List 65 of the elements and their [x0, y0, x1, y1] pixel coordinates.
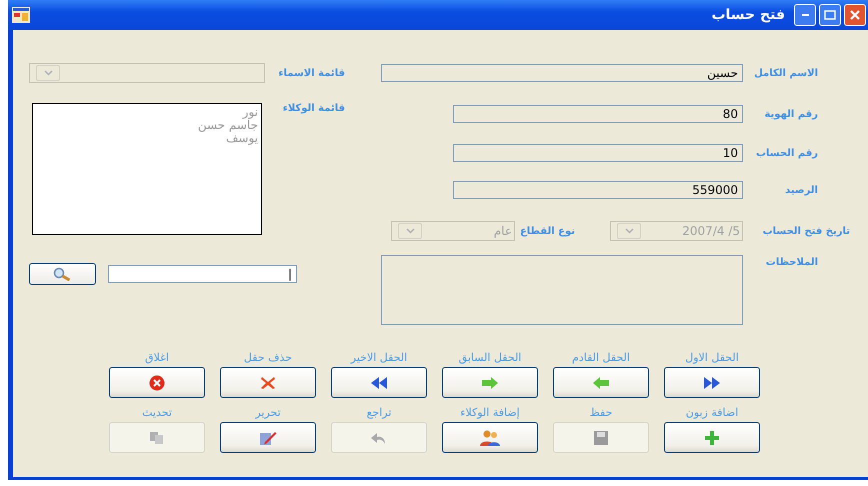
- field-label: قائمة الوكلاء: [282, 103, 345, 114]
- text-field[interactable]: 559000: [453, 181, 743, 199]
- list-item[interactable]: جاسم حسن: [36, 119, 258, 132]
- button-caption: اضافة زبون: [686, 406, 738, 420]
- toolbar-button[interactable]: [442, 422, 538, 453]
- text-field[interactable]: حسين: [381, 64, 743, 82]
- chevron-down-icon: [44, 70, 52, 76]
- close-icon: [849, 9, 861, 21]
- notes-field[interactable]: [381, 255, 743, 325]
- close-icon: [149, 374, 165, 390]
- toolbar-button[interactable]: [553, 367, 649, 398]
- button-caption: الحقل الاول: [685, 351, 739, 365]
- agents-list[interactable]: نور جاسم حسن يوسف: [32, 103, 262, 235]
- field-label: الملاحظات: [764, 257, 818, 268]
- pencil-icon: [259, 430, 277, 446]
- field-label: الاسم الكامل: [753, 68, 818, 78]
- chevron-down-icon: [406, 228, 414, 234]
- field-label: قائمة الاسماء: [277, 68, 345, 78]
- toolbar-button[interactable]: [331, 367, 427, 398]
- people-icon: [480, 430, 500, 446]
- button-caption: الحقل الاخير: [350, 351, 408, 365]
- double-arrow-left-icon: [370, 376, 388, 388]
- toolbar-button[interactable]: [442, 367, 538, 398]
- refresh-icon: [149, 430, 165, 444]
- toolbar-button[interactable]: [109, 367, 205, 398]
- double-arrow-right-icon: [703, 376, 721, 388]
- field-label: رقم الهوية: [763, 108, 818, 120]
- list-item[interactable]: يوسف: [36, 132, 258, 145]
- button-caption: الحقل السابق: [458, 351, 522, 365]
- search-icon: [52, 267, 72, 281]
- text-field[interactable]: 80: [453, 105, 743, 123]
- button-caption: إضافة الوكلاء: [460, 406, 520, 420]
- button-caption: اغلاق: [145, 351, 169, 365]
- search-button[interactable]: [29, 263, 96, 285]
- button-caption: تراجع: [366, 406, 392, 420]
- maximize-button[interactable]: [819, 4, 841, 26]
- window-title: فتح حساب: [711, 7, 785, 23]
- toolbar-button[interactable]: [664, 367, 760, 398]
- app-icon: [12, 7, 30, 23]
- toolbar-button[interactable]: [664, 422, 760, 453]
- arrow-left-icon: [593, 376, 609, 388]
- button-caption: تحرير: [255, 406, 281, 420]
- button-caption: حذف حقل: [244, 351, 292, 365]
- maximize-icon: [824, 10, 836, 20]
- button-caption: حفظ: [590, 406, 612, 420]
- button-caption: الحقل القادم: [572, 351, 630, 365]
- button-caption: تحديث: [142, 406, 172, 420]
- close-button[interactable]: [844, 4, 866, 26]
- toolbar-button[interactable]: [220, 422, 316, 453]
- cross-icon: [260, 376, 276, 390]
- undo-icon: [371, 430, 387, 444]
- field-label: نوع القطاع: [518, 226, 576, 236]
- field-label: الرصيد: [784, 184, 818, 196]
- arrow-right-icon: [482, 376, 498, 388]
- floppy-icon: [594, 430, 608, 444]
- text-field[interactable]: 10: [453, 144, 743, 162]
- field-label: رقم الحساب: [755, 148, 818, 158]
- minimize-icon: [802, 14, 808, 16]
- field-label: تاريخ فتح الحساب: [762, 226, 850, 236]
- chevron-down-icon: [624, 228, 634, 234]
- minimize-button[interactable]: [794, 4, 816, 26]
- toolbar-button[interactable]: [220, 367, 316, 398]
- list-item[interactable]: نور: [36, 106, 258, 119]
- search-field[interactable]: |: [108, 265, 297, 283]
- plus-icon: [704, 430, 720, 446]
